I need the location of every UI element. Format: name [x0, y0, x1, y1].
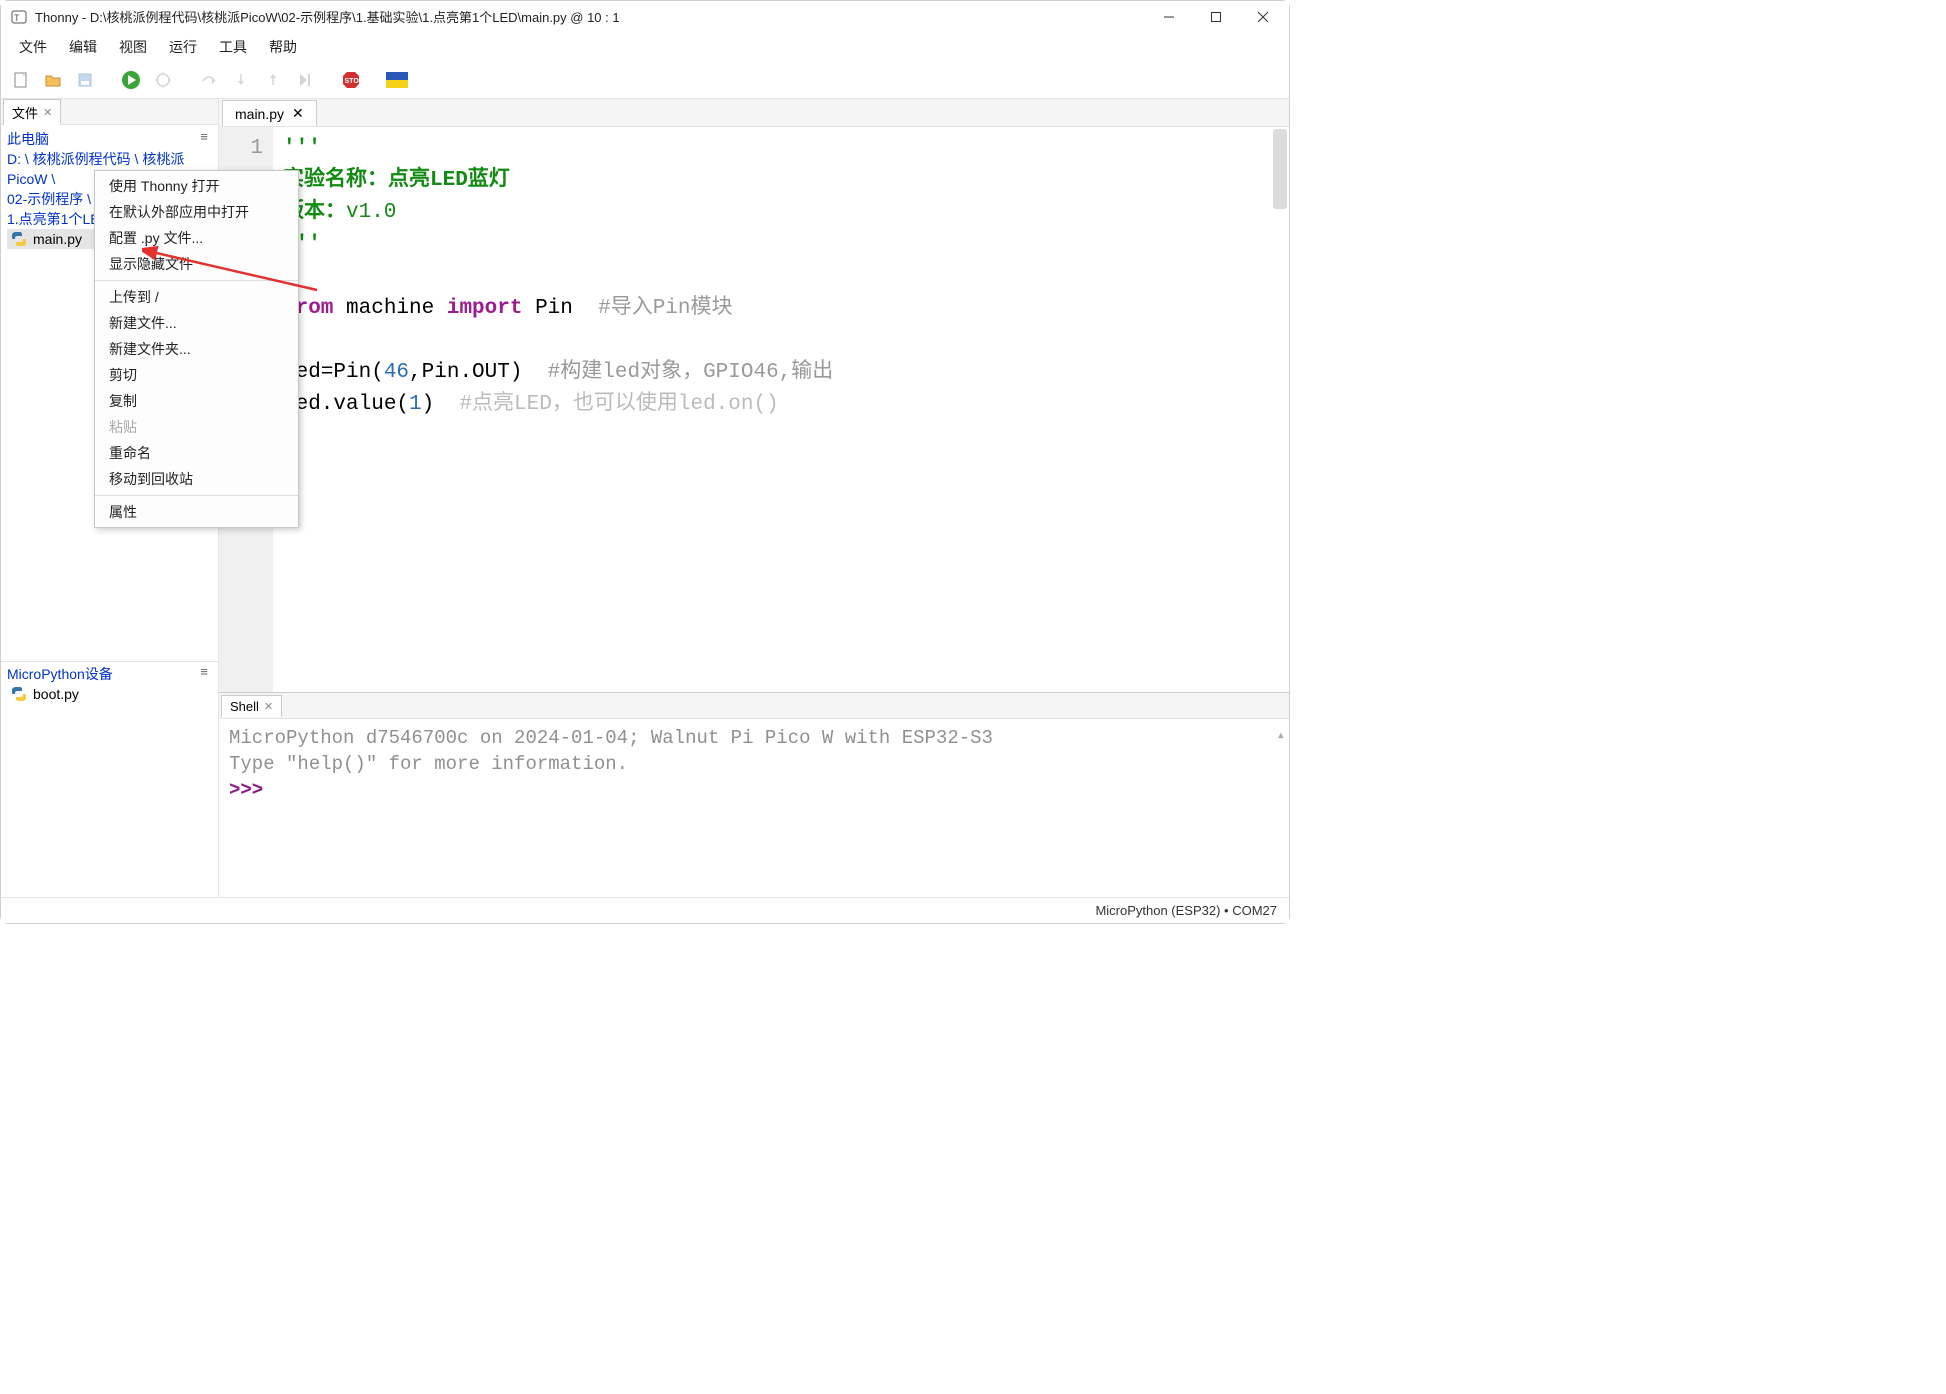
- statusbar: MicroPython (ESP32) • COM27: [1, 897, 1289, 923]
- path-this-pc[interactable]: 此电脑: [7, 131, 49, 147]
- files-panel-tab[interactable]: 文件 ✕: [3, 99, 61, 125]
- titlebar: T Thonny - D:\核桃派例程代码\核桃派PicoW\02-示例程序\1…: [1, 1, 1289, 33]
- context-menu: 使用 Thonny 打开 在默认外部应用中打开 配置 .py 文件... 显示隐…: [94, 170, 299, 528]
- window-controls: [1146, 2, 1285, 32]
- shell-tabrow: Shell ✕: [219, 693, 1289, 719]
- shell-prompt: >>>: [229, 779, 275, 801]
- cm-configure-py[interactable]: 配置 .py 文件...: [95, 225, 298, 251]
- step-into-icon[interactable]: [227, 66, 255, 94]
- shell-panel: Shell ✕ MicroPython d7546700c on 2024-01…: [219, 692, 1289, 897]
- cm-separator: [95, 280, 298, 281]
- cm-open-external[interactable]: 在默认外部应用中打开: [95, 199, 298, 225]
- hamburger-icon[interactable]: ≡: [200, 129, 212, 144]
- cm-show-hidden[interactable]: 显示隐藏文件: [95, 251, 298, 277]
- shell-line-2: Type "help()" for more information.: [229, 753, 628, 775]
- code-editor[interactable]: 1 2 3 4 5 6 7 8 9 10 ''' 实验名称：点亮LED蓝灯 版本…: [219, 127, 1289, 692]
- cm-cut[interactable]: 剪切: [95, 362, 298, 388]
- step-out-icon[interactable]: [259, 66, 287, 94]
- close-icon[interactable]: ✕: [43, 106, 52, 119]
- editor-tab-main[interactable]: main.py ✕: [222, 100, 317, 126]
- svg-text:T: T: [14, 13, 20, 23]
- step-over-icon[interactable]: [195, 66, 223, 94]
- menu-run[interactable]: 运行: [159, 34, 207, 60]
- run-icon[interactable]: [117, 66, 145, 94]
- file-item-boot[interactable]: boot.py: [7, 684, 212, 704]
- new-file-icon[interactable]: [7, 66, 35, 94]
- maximize-button[interactable]: [1193, 2, 1238, 32]
- shell-body[interactable]: MicroPython d7546700c on 2024-01-04; Wal…: [219, 719, 1289, 897]
- shell-tab-label: Shell: [230, 699, 259, 714]
- hamburger-icon[interactable]: ≡: [200, 664, 212, 679]
- shell-line-1: MicroPython d7546700c on 2024-01-04; Wal…: [229, 727, 993, 749]
- device-panel: MicroPython设备 ≡ boot.py: [1, 662, 218, 897]
- svg-text:STOP: STOP: [345, 78, 362, 85]
- shell-scroll-up-icon[interactable]: ▴: [1277, 723, 1285, 749]
- cm-open-thonny[interactable]: 使用 Thonny 打开: [95, 173, 298, 199]
- code-content[interactable]: ''' 实验名称：点亮LED蓝灯 版本：v1.0 ''' from machin…: [273, 127, 1289, 692]
- editor-tab-label: main.py: [235, 106, 284, 122]
- main-area: main.py ✕ 1 2 3 4 5 6 7 8 9 10 ''' 实验名称：…: [219, 99, 1289, 897]
- cm-rename[interactable]: 重命名: [95, 440, 298, 466]
- close-icon[interactable]: ✕: [264, 700, 273, 713]
- cm-copy[interactable]: 复制: [95, 388, 298, 414]
- flag-icon[interactable]: [383, 66, 411, 94]
- shell-tab[interactable]: Shell ✕: [221, 695, 282, 717]
- window-title: Thonny - D:\核桃派例程代码\核桃派PicoW\02-示例程序\1.基…: [33, 7, 1146, 26]
- cm-upload-to[interactable]: 上传到 /: [95, 284, 298, 310]
- app-icon: T: [11, 9, 27, 25]
- file-item-label: boot.py: [33, 686, 79, 702]
- cm-properties[interactable]: 属性: [95, 499, 298, 525]
- cm-new-file[interactable]: 新建文件...: [95, 310, 298, 336]
- menubar: 文件 编辑 视图 运行 工具 帮助: [1, 33, 1289, 61]
- file-item-label: main.py: [33, 231, 82, 247]
- debug-icon[interactable]: [149, 66, 177, 94]
- close-button[interactable]: [1240, 2, 1285, 32]
- cm-separator: [95, 495, 298, 496]
- python-file-icon: [11, 231, 27, 247]
- editor-tabrow: main.py ✕: [219, 99, 1289, 127]
- stop-icon[interactable]: STOP: [337, 66, 365, 94]
- close-icon[interactable]: ✕: [292, 105, 304, 122]
- cm-move-to-trash[interactable]: 移动到回收站: [95, 466, 298, 492]
- menu-edit[interactable]: 编辑: [59, 34, 107, 60]
- menu-tools[interactable]: 工具: [209, 34, 257, 60]
- cm-paste: 粘贴: [95, 414, 298, 440]
- editor-scrollbar[interactable]: [1273, 129, 1287, 209]
- menu-help[interactable]: 帮助: [259, 34, 307, 60]
- open-file-icon[interactable]: [39, 66, 67, 94]
- cm-new-folder[interactable]: 新建文件夹...: [95, 336, 298, 362]
- menu-view[interactable]: 视图: [109, 34, 157, 60]
- device-panel-title[interactable]: MicroPython设备: [7, 666, 113, 682]
- status-text[interactable]: MicroPython (ESP32) • COM27: [1095, 903, 1277, 918]
- toolbar: STOP: [1, 61, 1289, 99]
- files-panel-tab-label: 文件: [12, 103, 38, 122]
- resume-icon[interactable]: [291, 66, 319, 94]
- minimize-button[interactable]: [1146, 2, 1191, 32]
- files-panel-tabrow: 文件 ✕: [1, 99, 218, 125]
- device-panel-body: MicroPython设备 ≡ boot.py: [1, 662, 218, 897]
- save-file-icon[interactable]: [71, 66, 99, 94]
- python-file-icon: [11, 686, 27, 702]
- menu-file[interactable]: 文件: [9, 34, 57, 60]
